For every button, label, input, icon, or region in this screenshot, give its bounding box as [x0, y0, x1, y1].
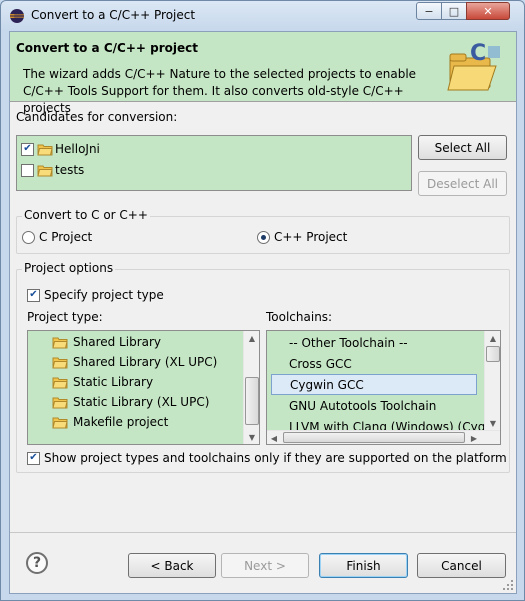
help-icon[interactable]: ?	[26, 552, 48, 574]
dialog-window: Convert to a C/C++ Project − □ ✕ Convert…	[0, 0, 525, 601]
scroll-up-icon[interactable]: ▲	[485, 331, 500, 345]
list-item[interactable]: -- Other Toolchain --	[271, 332, 477, 353]
separator	[10, 532, 516, 533]
next-button[interactable]: Next >	[221, 553, 309, 578]
window-title: Convert to a C/C++ Project	[31, 8, 196, 22]
scroll-up-icon[interactable]: ▲	[244, 331, 259, 345]
eclipse-icon	[10, 9, 24, 23]
list-item-label: tests	[55, 163, 85, 177]
cpp-project-label: C++ Project	[274, 230, 348, 244]
list-item[interactable]: Cross GCC	[271, 353, 477, 374]
list-item-label: Static Library (XL UPC)	[73, 395, 210, 409]
svg-text:C: C	[470, 41, 486, 66]
resize-grip-icon[interactable]	[502, 579, 514, 591]
folder-icon	[52, 397, 68, 408]
convert-to-label: Convert to C or C++	[22, 208, 150, 222]
hellojni-checkbox[interactable]: ✔	[21, 142, 34, 156]
minimize-button[interactable]: −	[416, 2, 442, 20]
back-button[interactable]: < Back	[128, 553, 216, 578]
folder-icon	[37, 165, 53, 176]
toolchains-label: Toolchains:	[266, 310, 333, 324]
scroll-thumb[interactable]	[486, 346, 500, 362]
list-item-selected[interactable]: Cygwin GCC	[271, 374, 477, 395]
scroll-thumb[interactable]	[283, 432, 465, 443]
scroll-down-icon[interactable]: ▼	[485, 416, 500, 430]
maximize-button[interactable]: □	[441, 2, 467, 20]
wizard-banner: Convert to a C/C++ project The wizard ad…	[10, 32, 516, 115]
toolchains-list[interactable]: -- Other Toolchain -- Cross GCC Cygwin G…	[266, 330, 501, 445]
scroll-down-icon[interactable]: ▼	[244, 430, 259, 444]
list-item-label: Static Library	[73, 375, 154, 389]
list-item[interactable]: Static Library (XL UPC)	[52, 392, 209, 412]
project-type-list[interactable]: Shared Library Shared Library (XL UPC) S…	[27, 330, 260, 445]
list-item-label: HelloJni	[55, 142, 100, 156]
list-item-label: Shared Library (XL UPC)	[73, 355, 218, 369]
candidates-label: Candidates for conversion:	[16, 110, 178, 124]
project-type-scrollbar[interactable]: ▲ ▼	[243, 331, 259, 444]
banner-title: Convert to a C/C++ project	[16, 41, 198, 55]
tests-checkbox[interactable]	[21, 163, 34, 177]
toolchains-hscrollbar[interactable]: ◀ ▶	[267, 430, 500, 444]
specify-type-checkbox[interactable]: ✔	[27, 288, 40, 302]
project-options-label: Project options	[22, 261, 116, 275]
folder-icon	[52, 377, 68, 388]
scroll-thumb[interactable]	[245, 377, 259, 425]
scroll-left-icon[interactable]: ◀	[267, 431, 281, 444]
close-button[interactable]: ✕	[466, 2, 510, 20]
cancel-button[interactable]: Cancel	[417, 553, 506, 578]
c-project-label: C Project	[39, 230, 93, 244]
project-type-label: Project type:	[27, 310, 103, 324]
specify-type-row[interactable]: ✔ Specify project type	[27, 285, 164, 305]
select-all-button[interactable]: Select All	[418, 135, 507, 160]
toolchains-vscrollbar[interactable]: ▲ ▼	[484, 331, 500, 430]
cpp-project-folder-icon: C	[447, 41, 500, 91]
list-item[interactable]: Shared Library (XL UPC)	[52, 352, 217, 372]
list-item[interactable]: Shared Library	[52, 332, 161, 352]
deselect-all-button[interactable]: Deselect All	[418, 171, 507, 196]
c-project-radio-row[interactable]: C Project	[22, 227, 92, 247]
filter-checkbox[interactable]: ✔	[27, 451, 40, 465]
folder-icon	[52, 337, 68, 348]
cpp-project-radio[interactable]	[257, 230, 270, 244]
folder-icon	[52, 357, 68, 368]
folder-icon	[37, 144, 53, 155]
folder-icon	[52, 417, 68, 428]
list-item[interactable]: ✔ HelloJni	[21, 139, 100, 159]
list-item[interactable]: Static Library	[52, 372, 153, 392]
filter-row[interactable]: ✔ Show project types and toolchains only…	[27, 448, 507, 468]
specify-type-label: Specify project type	[44, 288, 164, 302]
scroll-right-icon[interactable]: ▶	[467, 431, 481, 444]
list-item[interactable]: tests	[21, 160, 84, 180]
c-project-radio[interactable]	[22, 230, 35, 244]
dialog-body: Convert to a C/C++ project The wizard ad…	[9, 31, 517, 594]
title-bar: Convert to a C/C++ Project − □ ✕	[1, 1, 524, 31]
list-item-label: Makefile project	[73, 415, 169, 429]
filter-label: Show project types and toolchains only i…	[44, 451, 507, 465]
list-item-label: Shared Library	[73, 335, 162, 349]
list-item[interactable]: Makefile project	[52, 412, 168, 432]
finish-button[interactable]: Finish	[319, 553, 408, 578]
candidates-list[interactable]: ✔ HelloJni tests	[16, 135, 412, 191]
cpp-project-radio-row[interactable]: C++ Project	[257, 227, 347, 247]
list-item[interactable]: GNU Autotools Toolchain	[271, 395, 477, 416]
